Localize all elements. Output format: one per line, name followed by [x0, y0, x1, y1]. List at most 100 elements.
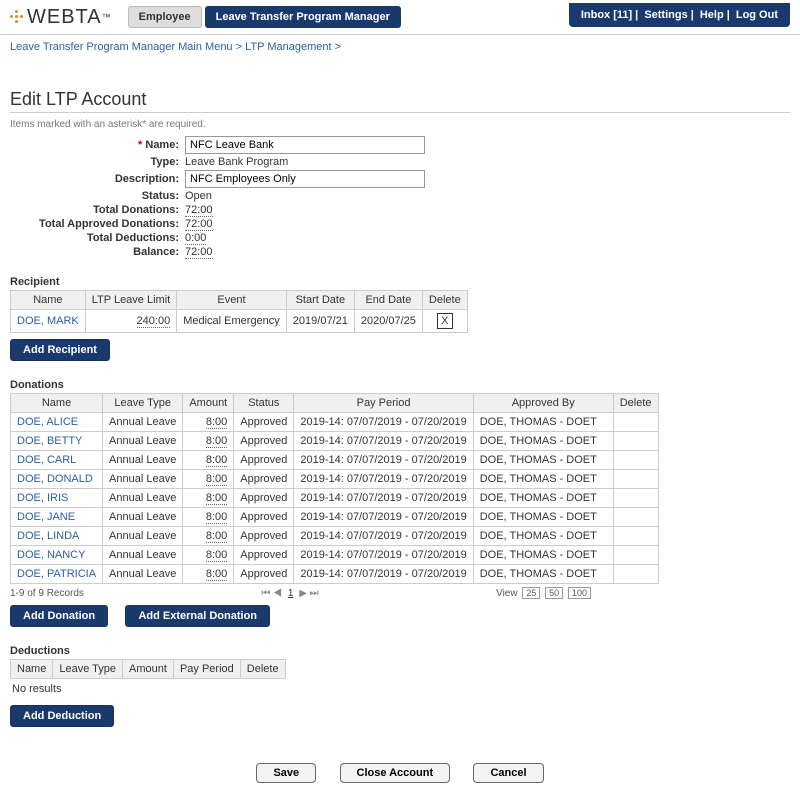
add-external-donation-button[interactable]: Add External Donation	[125, 605, 270, 627]
donation-pay-period: 2019-14: 07/07/2019 - 07/20/2019	[294, 565, 473, 584]
donations-col-pay-period: Pay Period	[294, 394, 473, 413]
balance-value: 72:00	[185, 246, 213, 259]
logout-link[interactable]: Log Out	[736, 9, 778, 21]
header-links: Inbox [11]| Settings| Help| Log Out	[569, 3, 790, 27]
total-deductions-label: Total Deductions:	[10, 232, 185, 244]
donation-pay-period: 2019-14: 07/07/2019 - 07/20/2019	[294, 527, 473, 546]
donation-delete-cell	[613, 470, 658, 489]
logo-dots-icon	[10, 10, 24, 24]
donation-name-link[interactable]: DOE, PATRICIA	[11, 565, 103, 584]
cancel-button[interactable]: Cancel	[473, 763, 543, 783]
donation-delete-cell	[613, 565, 658, 584]
donation-name-link[interactable]: DOE, CARL	[11, 451, 103, 470]
table-row: DOE, ALICEAnnual Leave8:00Approved2019-1…	[11, 413, 659, 432]
table-row: DOE, BETTYAnnual Leave8:00Approved2019-1…	[11, 432, 659, 451]
donation-pay-period: 2019-14: 07/07/2019 - 07/20/2019	[294, 508, 473, 527]
balance-label: Balance:	[10, 246, 185, 258]
recipient-name-link[interactable]: DOE, MARK	[11, 310, 86, 333]
recipient-table: Name LTP Leave Limit Event Start Date En…	[10, 290, 468, 333]
donation-name-link[interactable]: DOE, ALICE	[11, 413, 103, 432]
add-donation-button[interactable]: Add Donation	[10, 605, 108, 627]
donation-delete-cell	[613, 508, 658, 527]
footer-buttons: Save Close Account Cancel	[10, 763, 790, 783]
donation-name-link[interactable]: DOE, LINDA	[11, 527, 103, 546]
pager-last-icon[interactable]: ⏭	[310, 588, 319, 599]
pager-next-icon[interactable]: ▶	[299, 588, 307, 599]
donation-pay-period: 2019-14: 07/07/2019 - 07/20/2019	[294, 489, 473, 508]
role-tabs: Employee Leave Transfer Program Manager	[128, 6, 401, 28]
recipient-limit: 240:00	[137, 315, 171, 328]
tab-employee[interactable]: Employee	[128, 6, 202, 28]
recipient-col-limit: LTP Leave Limit	[85, 291, 176, 310]
donation-amount: 8:00	[206, 492, 227, 505]
logo-text: WEBTA	[27, 6, 102, 29]
help-link[interactable]: Help	[700, 9, 724, 21]
donations-col-amount: Amount	[183, 394, 234, 413]
donation-approved-by: DOE, THOMAS - DOET	[473, 470, 613, 489]
pager-view-100[interactable]: 100	[568, 587, 591, 599]
name-label: * Name:	[10, 139, 185, 151]
donation-delete-cell	[613, 432, 658, 451]
breadcrumb-ltp-mgmt[interactable]: LTP Management	[245, 41, 331, 53]
donation-approved-by: DOE, THOMAS - DOET	[473, 489, 613, 508]
add-recipient-button[interactable]: Add Recipient	[10, 339, 110, 361]
breadcrumb-main-menu[interactable]: Leave Transfer Program Manager Main Menu	[10, 41, 233, 53]
donation-name-link[interactable]: DOE, BETTY	[11, 432, 103, 451]
table-row: DOE, IRISAnnual Leave8:00Approved2019-14…	[11, 489, 659, 508]
save-button[interactable]: Save	[256, 763, 316, 783]
donation-leave-type: Annual Leave	[103, 413, 183, 432]
donations-col-delete: Delete	[613, 394, 658, 413]
logo: WEBTA™	[10, 6, 112, 29]
page-title: Edit LTP Account	[10, 89, 790, 113]
table-row: DOE, NANCYAnnual Leave8:00Approved2019-1…	[11, 546, 659, 565]
donation-delete-cell	[613, 451, 658, 470]
pager-record-count: 1-9 of 9 Records	[10, 588, 84, 599]
donation-name-link[interactable]: DOE, NANCY	[11, 546, 103, 565]
donation-approved-by: DOE, THOMAS - DOET	[473, 565, 613, 584]
donations-title: Donations	[10, 379, 790, 391]
donation-amount: 8:00	[206, 568, 227, 581]
recipient-title: Recipient	[10, 276, 790, 288]
name-input[interactable]	[185, 136, 425, 154]
description-input[interactable]	[185, 170, 425, 188]
pager-view-50[interactable]: 50	[545, 587, 563, 599]
recipient-col-start: Start Date	[286, 291, 354, 310]
add-deduction-button[interactable]: Add Deduction	[10, 705, 114, 727]
donation-delete-cell	[613, 546, 658, 565]
recipient-col-end: End Date	[354, 291, 422, 310]
donation-pay-period: 2019-14: 07/07/2019 - 07/20/2019	[294, 451, 473, 470]
total-approved-donations-label: Total Approved Donations:	[10, 218, 185, 230]
donation-approved-by: DOE, THOMAS - DOET	[473, 546, 613, 565]
donation-leave-type: Annual Leave	[103, 546, 183, 565]
table-row: DOE, DONALDAnnual Leave8:00Approved2019-…	[11, 470, 659, 489]
settings-link[interactable]: Settings	[644, 9, 687, 21]
total-deductions-value: 0:00	[185, 232, 206, 245]
recipient-event: Medical Emergency	[177, 310, 287, 333]
status-label: Status:	[10, 190, 185, 202]
total-approved-donations-value: 72:00	[185, 218, 213, 231]
inbox-link[interactable]: Inbox [11]	[581, 9, 632, 21]
donation-amount: 8:00	[206, 511, 227, 524]
donation-status: Approved	[234, 470, 294, 489]
pager-first-icon[interactable]: ⏮	[261, 588, 270, 599]
trademark: ™	[102, 12, 112, 22]
donation-status: Approved	[234, 489, 294, 508]
tab-ltp-manager[interactable]: Leave Transfer Program Manager	[205, 6, 401, 28]
donations-col-approved-by: Approved By	[473, 394, 613, 413]
breadcrumb: Leave Transfer Program Manager Main Menu…	[0, 35, 800, 59]
total-donations-label: Total Donations:	[10, 204, 185, 216]
pager-view-25[interactable]: 25	[522, 587, 540, 599]
donation-delete-cell	[613, 527, 658, 546]
donation-pay-period: 2019-14: 07/07/2019 - 07/20/2019	[294, 546, 473, 565]
donation-name-link[interactable]: DOE, DONALD	[11, 470, 103, 489]
close-account-button[interactable]: Close Account	[340, 763, 451, 783]
pager-prev-icon[interactable]: ◀	[273, 588, 282, 599]
donation-name-link[interactable]: DOE, JANE	[11, 508, 103, 527]
donations-col-status: Status	[234, 394, 294, 413]
donation-pay-period: 2019-14: 07/07/2019 - 07/20/2019	[294, 470, 473, 489]
delete-recipient-button[interactable]: X	[437, 313, 453, 329]
recipient-col-event: Event	[177, 291, 287, 310]
description-label: Description:	[10, 173, 185, 185]
donation-name-link[interactable]: DOE, IRIS	[11, 489, 103, 508]
deductions-col-pay-period: Pay Period	[173, 660, 240, 679]
